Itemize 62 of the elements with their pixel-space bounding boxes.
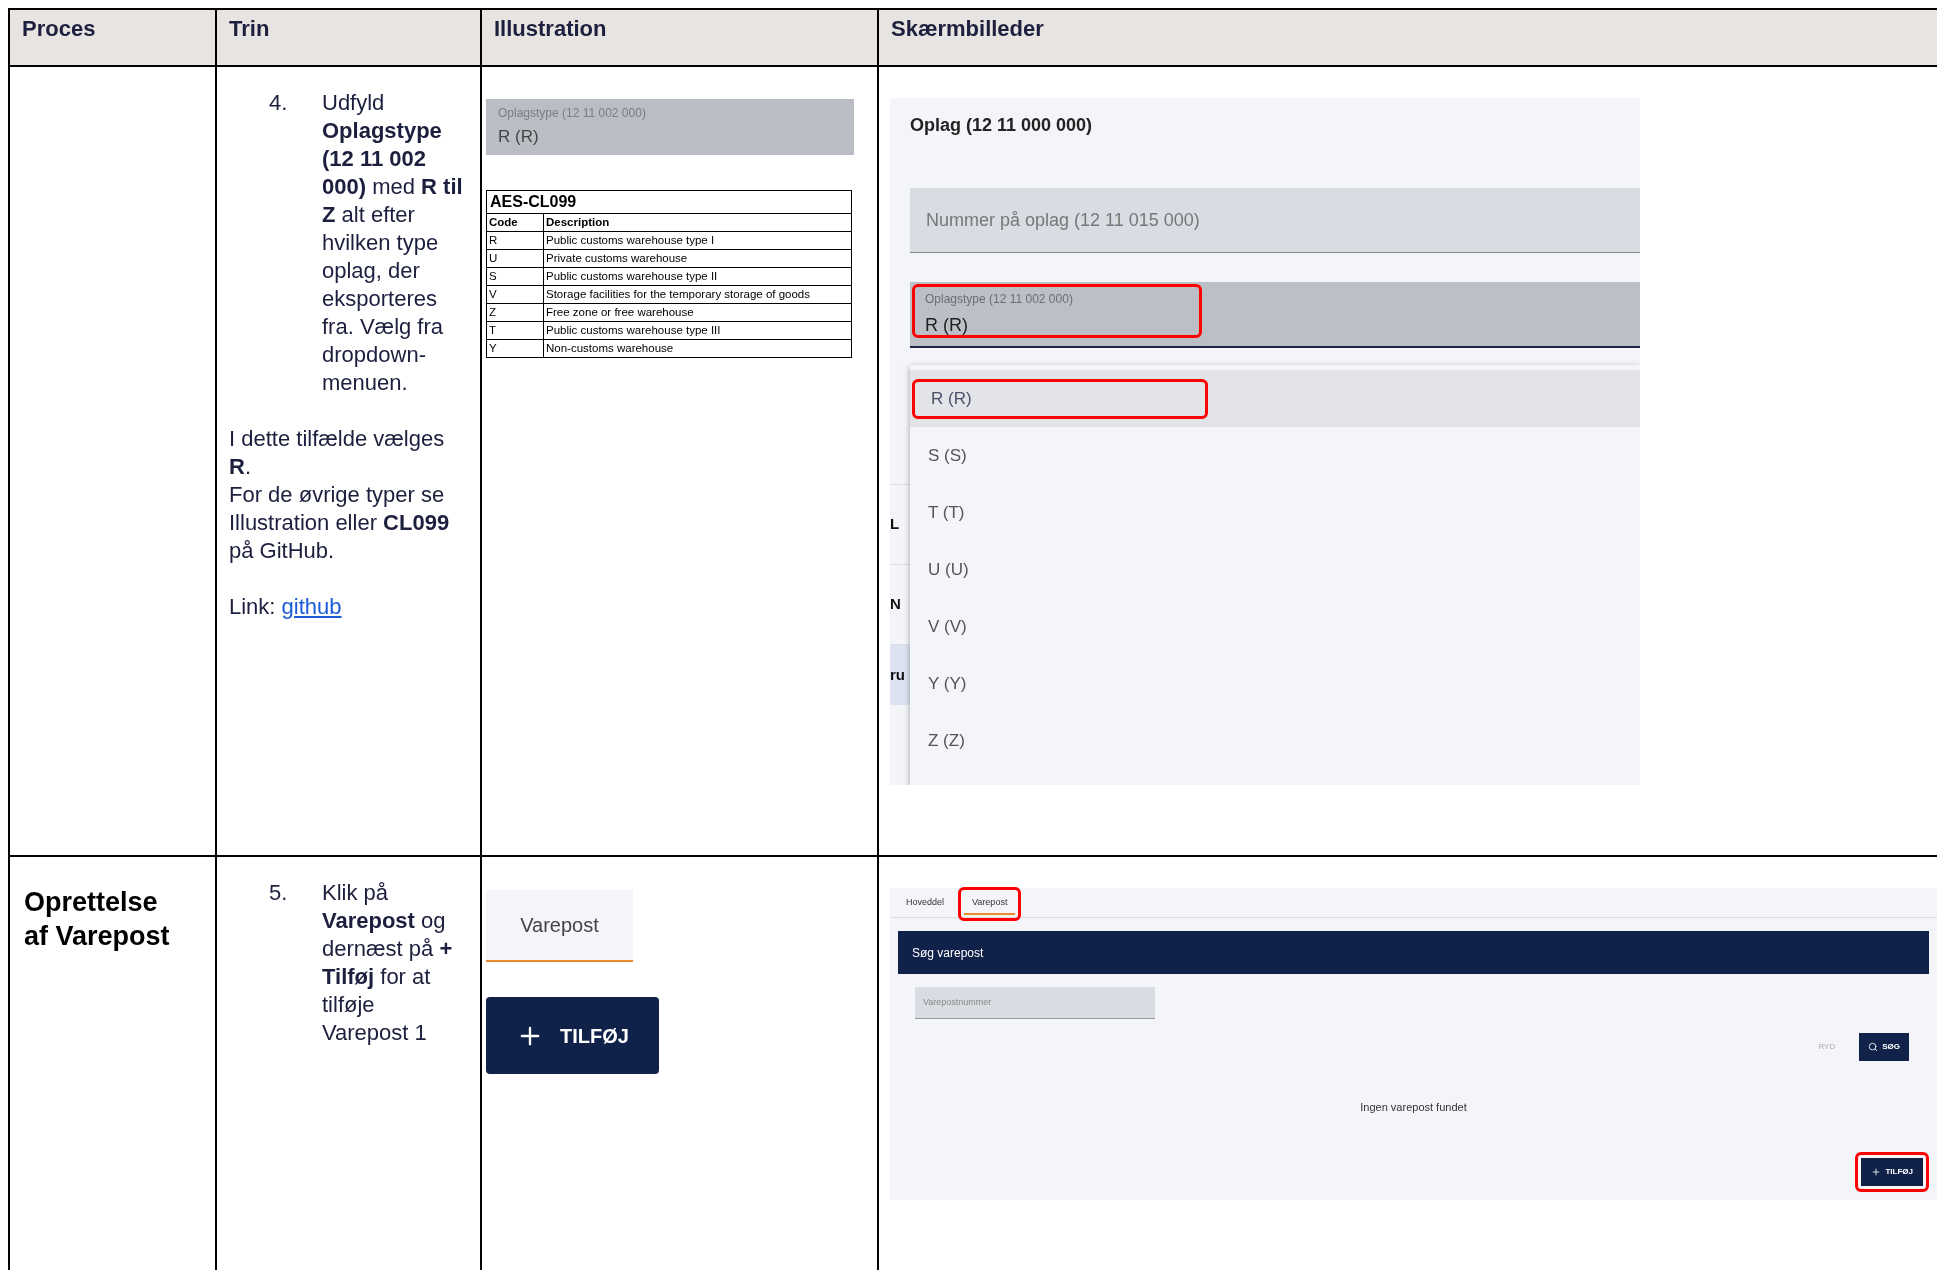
- dropdown-option[interactable]: R (R): [910, 370, 1640, 427]
- link-prefix: Link:: [229, 594, 276, 619]
- add-button[interactable]: TILFØJ: [1861, 1157, 1923, 1186]
- header-bar: Søg varepost: [898, 931, 1929, 974]
- step-number: 4.: [269, 89, 289, 117]
- table-cell-text: Storage facilities for the temporary storage of goods: [545, 287, 811, 302]
- option-label: U (U): [928, 558, 969, 581]
- table-header: Code: [487, 214, 544, 231]
- plus-icon: [1871, 1166, 1882, 1177]
- note-text: I dette tilfælde vælges R.: [229, 425, 446, 481]
- table-cell-text: Free zone or free warehouse: [545, 305, 695, 320]
- column-header: Proces: [22, 16, 96, 41]
- table-cell-text: Public customs warehouse type II: [545, 269, 719, 284]
- empty-message: Ingen varepost fundet: [1360, 1100, 1467, 1115]
- option-label: V (V): [928, 615, 967, 638]
- search-icon: [1868, 1042, 1879, 1052]
- table-cell: Y: [487, 340, 544, 357]
- field-value: R (R): [498, 126, 540, 148]
- add-button[interactable]: TILFØJ: [486, 997, 659, 1074]
- fragment-text: L: [890, 514, 900, 535]
- column-header: Trin: [229, 16, 270, 41]
- tab[interactable]: Varepost: [964, 893, 1016, 915]
- dropdown-option[interactable]: V (V): [910, 598, 1640, 655]
- search-button[interactable]: SØG: [1859, 1033, 1909, 1061]
- github-link[interactable]: github: [281, 594, 342, 619]
- table-cell: T: [487, 322, 544, 339]
- dropdown-option[interactable]: Z (Z): [910, 712, 1640, 769]
- field-label: Oplagstype (12 11 002 000): [925, 291, 1074, 308]
- process-title: Oprettelse af Varepost: [24, 886, 171, 953]
- note-text: For de øvrige typer se Illustration eller CL099 på GitHub.: [229, 481, 451, 565]
- field-value: R (R): [925, 314, 969, 337]
- dropdown-option[interactable]: Y (Y): [910, 655, 1640, 712]
- fragment-text: N: [890, 594, 901, 615]
- dropdown-option[interactable]: T (T): [910, 484, 1640, 541]
- table-cell: U: [487, 250, 544, 267]
- table-cell-text: Private customs warehouse: [545, 251, 689, 266]
- column-header: Skærmbilleder: [891, 16, 1044, 41]
- step-text: Klik på Varepost og dernæst på + Tilføj for at tilføje Varepost 1: [322, 879, 454, 1047]
- table-cell: S: [487, 268, 544, 285]
- fragment-text: ru: [890, 664, 905, 685]
- option-label: T (T): [928, 501, 965, 524]
- option-label: S (S): [928, 444, 967, 467]
- table-title: AES-CL099: [487, 191, 851, 214]
- step-number: 5.: [269, 879, 289, 907]
- dropdown-option[interactable]: U (U): [910, 541, 1640, 598]
- table-cell: R: [487, 232, 544, 249]
- table-cell-text: Public customs warehouse type III: [545, 323, 722, 338]
- field-label: Oplagstype (12 11 002 000): [498, 105, 647, 122]
- table-cell-text: Non-customs warehouse: [545, 341, 675, 356]
- option-label: Z (Z): [928, 729, 965, 752]
- table-cell: V: [487, 286, 544, 303]
- table-header: Description: [545, 215, 611, 230]
- table-cell: Z: [487, 304, 544, 321]
- option-label: R (R): [931, 387, 972, 410]
- dropdown-option[interactable]: S (S): [910, 427, 1640, 484]
- table-cell-text: Public customs warehouse type I: [545, 233, 716, 248]
- option-label: Y (Y): [928, 672, 967, 695]
- section-title: Oplag (12 11 000 000): [910, 114, 1094, 137]
- step-text: Udfyld Oplagstype (12 11 002 000) med R til Z alt efter hvilken type oplag, der eksporteres fra. Vælg fra dropdown-menuen.: [322, 89, 464, 397]
- tab[interactable]: Hoveddel: [898, 893, 953, 915]
- select-field[interactable]: Oplagstype (12 11 002 000) R (R): [910, 282, 1640, 348]
- column-header: Illustration: [494, 16, 607, 41]
